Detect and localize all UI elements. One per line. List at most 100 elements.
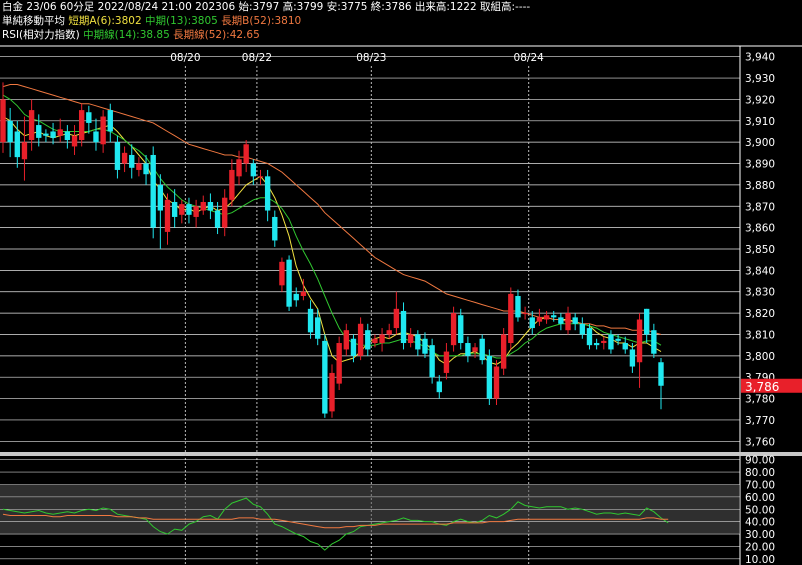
candle [243,140,249,173]
candle [436,375,442,399]
candle-body [236,159,242,177]
candle [193,199,199,228]
candle-body [150,154,156,228]
price-tick-label: 3,890 [745,159,775,171]
candle [593,338,600,350]
candle [458,308,464,350]
candle [450,306,457,352]
candle [336,336,342,391]
candle-body [7,120,13,143]
candle-body [286,259,292,307]
candle-body [71,135,78,147]
candle-body [379,334,385,344]
candle [236,150,242,185]
candle-body [57,129,63,136]
candle [415,330,421,356]
candle-body [129,154,135,168]
candle-body [214,210,221,228]
candle [93,118,99,151]
sma-legend-title: 単純移動平均 [2,15,65,27]
candle [651,323,657,358]
candle-body [293,293,299,301]
date-tick-label: 08/24 [514,52,545,64]
candlestick-series [0,82,664,418]
candle-body [143,163,149,175]
price-tick-label: 3,900 [745,137,775,149]
candle-body [200,201,206,211]
candle-body [465,343,471,356]
date-tick-label: 08/22 [242,52,272,64]
candle [229,159,235,207]
candle [286,255,292,311]
panel-separator [0,452,802,456]
candle [629,343,636,373]
candle-body [479,338,485,361]
candle [86,105,92,134]
candle-body [272,216,278,241]
rsi-long-label: 長期線(52):42.65 [173,29,260,41]
candle-body [558,317,564,324]
candle [400,302,407,350]
candle-body [551,315,557,318]
candle-body [121,152,128,164]
candle-body [572,317,578,324]
candle-body [443,351,450,373]
candle [36,114,42,147]
candle-body [522,313,528,315]
candle-body [114,142,121,170]
price-tick-label: 3,910 [745,116,775,128]
candle-body [186,204,192,215]
candle [293,287,299,307]
rsi-tick-label: 30.00 [745,529,775,541]
candle-body [43,133,49,136]
candle-body [136,163,142,170]
candle [222,189,228,237]
candle [500,328,507,376]
candle-body [315,317,321,339]
candle [329,364,335,418]
candle [50,122,56,145]
candle-body [429,345,435,378]
sma-short-line [2,116,662,366]
candle-body [350,338,357,356]
price-tick-label: 3,840 [745,265,775,277]
candle [572,313,578,331]
candle [393,291,400,335]
rsi-tick-label: 60.00 [745,492,775,504]
candle-body [257,176,264,178]
price-tick-label: 3,860 [745,223,775,235]
candle-body [629,349,636,367]
candle [64,125,71,149]
candle [486,349,493,405]
candle-body [658,362,664,386]
rsi-axis: 90.0080.0070.0060.0050.0040.0030.0020.00… [745,455,775,565]
candle-body [357,323,364,356]
candle [429,338,435,384]
candle-body [179,204,185,215]
price-tick-label: 3,760 [745,436,775,448]
rsi-tick-label: 40.00 [745,517,775,529]
candle [71,125,78,155]
candle [536,308,543,326]
candle [200,195,206,215]
candle-body [415,334,421,350]
candle-body [28,110,35,141]
rsi-mid-label: 中期線(14):38.85 [83,29,170,41]
candle-body [50,131,56,138]
rsi-tick-label: 80.00 [745,467,775,479]
candle [601,336,607,350]
price-tick-label: 3,920 [745,94,775,106]
candle-body [372,338,378,344]
candle-body [500,334,507,369]
candle [322,334,328,418]
candle-body [264,176,271,211]
candle [164,193,171,245]
rsi-tick-label: 70.00 [745,479,775,491]
candle-body [636,319,643,363]
candle [407,328,414,348]
chart-header: 白金 23/06 60分足 2022/08/24 21:00 202306 始:… [0,0,802,46]
candle-body [608,334,614,350]
candle [365,323,371,356]
candle-body [458,315,464,344]
candle-body [86,112,92,123]
